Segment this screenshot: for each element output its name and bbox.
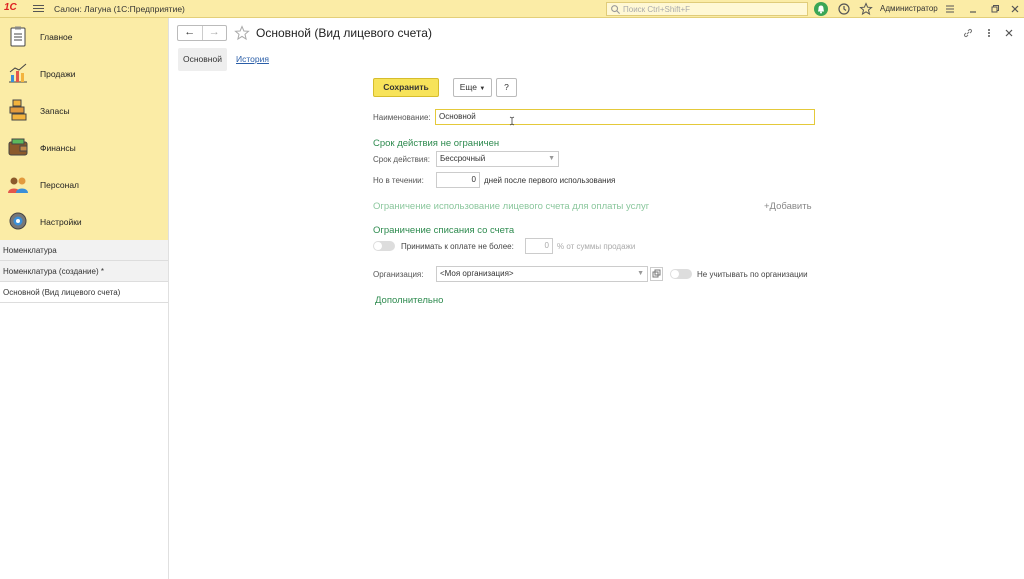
within-suffix: дней после первого использования	[484, 176, 616, 185]
dropdown-arrow-icon[interactable]: ▼	[637, 267, 644, 281]
back-button[interactable]: ←	[178, 26, 202, 40]
sidebar-item-label: Персонал	[40, 180, 80, 190]
help-button[interactable]: ?	[496, 78, 517, 97]
save-button[interactable]: Сохранить	[373, 78, 439, 97]
org-value: <Моя организация>	[440, 269, 514, 278]
accept-toggle[interactable]	[373, 241, 395, 251]
minimize-icon[interactable]	[966, 2, 980, 16]
within-label: Но в течении:	[373, 176, 424, 185]
sidebar-item-staff[interactable]: Персонал	[0, 166, 168, 203]
open-window-item[interactable]: Номенклатура	[0, 240, 168, 261]
writeoff-header: Ограничение списания со счета	[373, 225, 515, 236]
sections-panel: Главное Продажи Запасы Финансы Персонал …	[0, 18, 168, 240]
tab-main[interactable]: Основной	[178, 48, 227, 71]
sidebar-item-label: Продажи	[40, 69, 76, 79]
dropdown-arrow-icon[interactable]: ▼	[548, 152, 555, 166]
clipboard-icon	[10, 26, 26, 47]
validity-label: Срок действия:	[373, 155, 430, 164]
accept-suffix: % от суммы продажи	[557, 242, 636, 251]
link-icon[interactable]	[962, 27, 974, 39]
name-label: Наименование:	[373, 113, 431, 122]
top-bar: 1С Салон: Лагуна (1С:Предприятие) Поиск …	[0, 0, 1024, 18]
org-select[interactable]: <Моя организация> ▼	[436, 266, 648, 282]
sidebar-item-main[interactable]: Главное	[0, 18, 168, 55]
user-name[interactable]: Администратор	[880, 4, 938, 13]
open-window-icon	[652, 269, 661, 278]
tab-history[interactable]: История	[236, 48, 269, 71]
forward-button[interactable]: →	[201, 26, 227, 40]
chevron-down-icon: ▼	[479, 86, 486, 92]
history-icon[interactable]	[837, 2, 851, 16]
restriction-header[interactable]: Ограничение использование лицевого счета…	[373, 201, 649, 212]
sidebar-item-sales[interactable]: Продажи	[0, 55, 168, 92]
additional-section[interactable]: Дополнительно	[375, 295, 443, 306]
sidebar-item-label: Финансы	[40, 143, 76, 153]
chart-icon	[9, 63, 27, 83]
sidebar-item-label: Запасы	[40, 106, 70, 116]
sidebar-item-settings[interactable]: Настройки	[0, 203, 168, 240]
org-toggle[interactable]	[670, 269, 692, 279]
close-icon[interactable]	[1008, 2, 1022, 16]
form-title: Основной (Вид лицевого счета)	[256, 26, 432, 40]
search-input[interactable]: Поиск Ctrl+Shift+F	[606, 2, 808, 16]
validity-header: Срок действия не ограничен	[373, 138, 500, 149]
more-vertical-icon[interactable]	[983, 27, 995, 39]
more-button-label: Еще	[459, 82, 477, 92]
accept-percent-input[interactable]: 0	[525, 238, 553, 254]
app-title: Салон: Лагуна (1С:Предприятие)	[54, 4, 185, 14]
sidebar-item-label: Главное	[40, 32, 73, 42]
favorites-icon[interactable]	[859, 2, 873, 16]
sidebar: Главное Продажи Запасы Финансы Персонал …	[0, 18, 169, 579]
wallet-icon	[8, 138, 28, 156]
name-input[interactable]: Основной	[435, 109, 815, 125]
boxes-icon	[9, 99, 27, 121]
more-button[interactable]: Еще ▼	[453, 78, 492, 97]
org-toggle-label: Не учитывать по организации	[697, 270, 808, 279]
nav-buttons: ← →	[177, 25, 227, 41]
menu-icon[interactable]	[33, 3, 44, 14]
restore-icon[interactable]	[988, 2, 1002, 16]
text-cursor-icon	[509, 116, 515, 126]
accept-label: Принимать к оплате не более:	[401, 242, 514, 251]
open-windows-list: Номенклатура Номенклатура (создание) * О…	[0, 240, 168, 303]
open-org-button[interactable]	[650, 267, 663, 281]
org-label: Организация:	[373, 270, 424, 279]
validity-select[interactable]: Бессрочный ▼	[436, 151, 559, 167]
open-window-item-active[interactable]: Основной (Вид лицевого счета)	[0, 282, 168, 303]
within-days-input[interactable]: 0	[436, 172, 480, 188]
people-icon	[8, 177, 28, 193]
settings-menu-icon[interactable]	[943, 2, 957, 16]
search-icon	[611, 5, 621, 15]
sidebar-item-stock[interactable]: Запасы	[0, 92, 168, 129]
search-placeholder: Поиск Ctrl+Shift+F	[623, 5, 691, 14]
star-icon[interactable]	[234, 25, 250, 41]
app-logo: 1С	[4, 2, 17, 13]
gear-icon	[9, 212, 27, 230]
open-window-item[interactable]: Номенклатура (создание) *	[0, 261, 168, 282]
sidebar-item-label: Настройки	[40, 217, 82, 227]
notifications-icon[interactable]	[814, 2, 828, 16]
validity-value: Бессрочный	[440, 154, 486, 163]
add-button[interactable]: +Добавить	[764, 201, 812, 212]
form-area: ← → Основной (Вид лицевого счета) Основн…	[170, 18, 1024, 579]
sidebar-item-finance[interactable]: Финансы	[0, 129, 168, 166]
close-form-icon[interactable]	[1003, 27, 1015, 39]
